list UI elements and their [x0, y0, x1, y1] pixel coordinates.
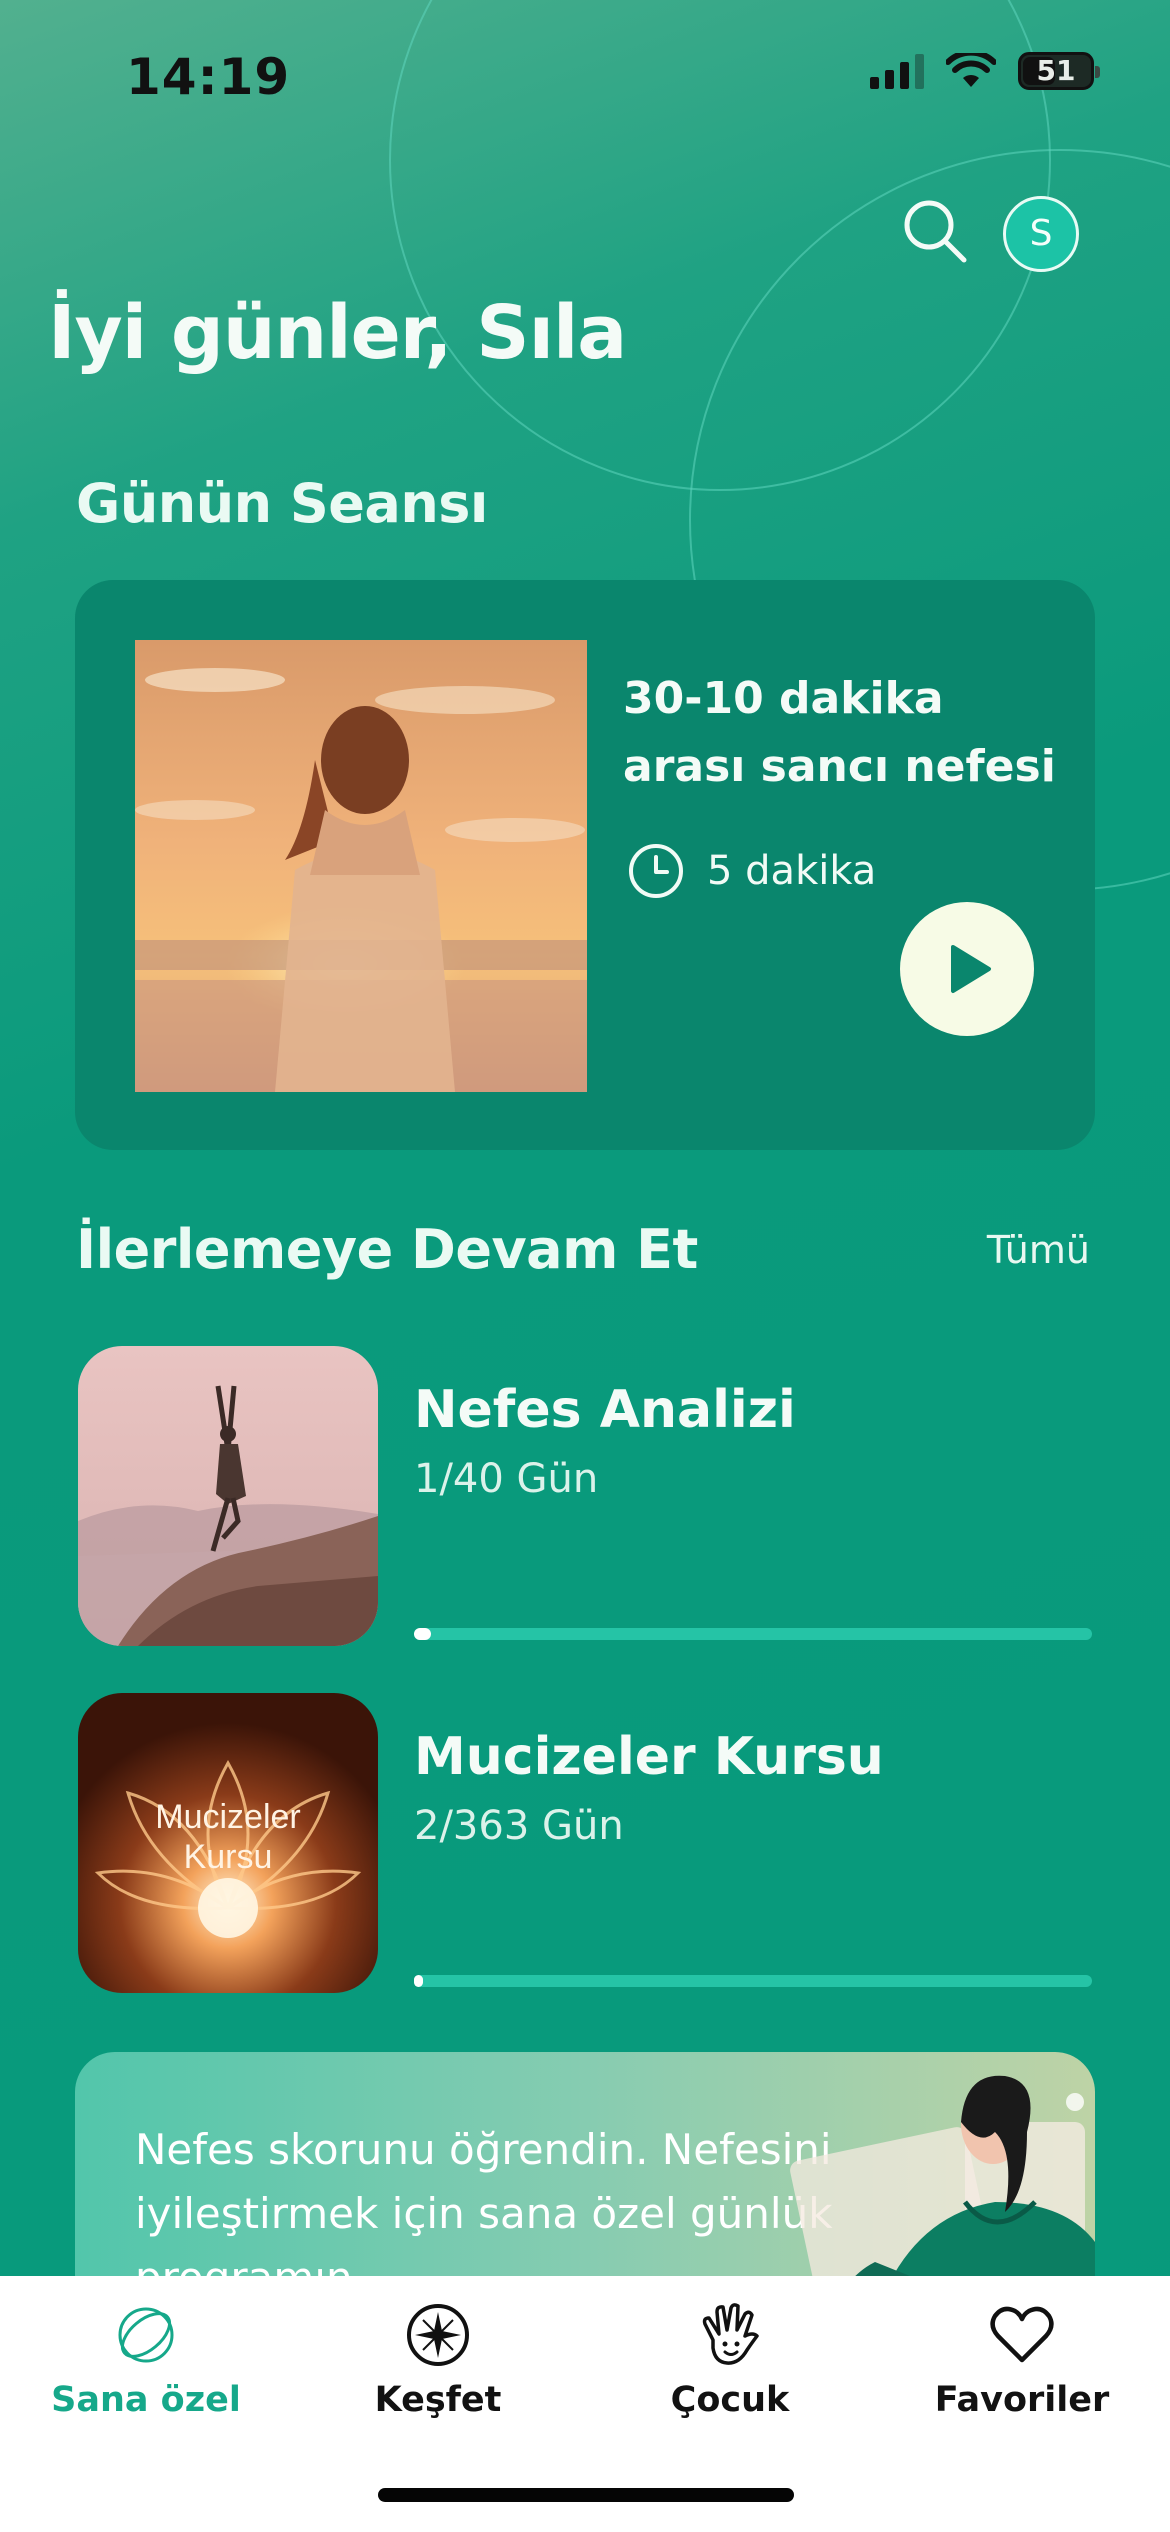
- tab-label: Favoriler: [934, 2380, 1110, 2420]
- duration-label: 5 dakika: [707, 848, 877, 894]
- progress-bar: [414, 1628, 1092, 1640]
- clock-icon: [629, 844, 683, 898]
- item-title: Nefes Analizi: [414, 1380, 796, 1440]
- tab-favoriler[interactable]: Favoriler: [892, 2300, 1152, 2420]
- tab-cocuk[interactable]: Çocuk: [600, 2300, 860, 2420]
- session-duration: 5 dakika: [627, 842, 876, 900]
- continue-progress-heading: İlerlemeye Devam Et: [76, 1218, 698, 1281]
- list-item-nefes-analizi[interactable]: Nefes Analizi 1/40 Gün: [78, 1346, 1093, 1646]
- daily-session-heading: Günün Seansı: [76, 472, 488, 535]
- list-item-mucizeler-kursu[interactable]: Mucizeler Kursu Mucizeler Kursu 2/363 Gün: [78, 1693, 1093, 1993]
- hand-icon: [702, 2303, 759, 2365]
- play-button[interactable]: [900, 902, 1034, 1036]
- nefes-analizi-thumbnail: [78, 1346, 378, 1646]
- tab-label: Çocuk: [670, 2380, 790, 2420]
- home-indicator[interactable]: [378, 2488, 794, 2502]
- battery-level: 51: [1036, 54, 1076, 87]
- tab-kesfet[interactable]: Keşfet: [308, 2300, 568, 2420]
- search-button[interactable]: [900, 196, 970, 266]
- see-all-link[interactable]: Tümü: [987, 1228, 1090, 1272]
- avatar[interactable]: S: [1003, 196, 1079, 272]
- item-title: Mucizeler Kursu: [414, 1727, 884, 1787]
- mucizeler-kursu-thumbnail: Mucizeler Kursu: [78, 1693, 378, 1993]
- home-screen: 14:19 51 S İyi günler, Sıla Günün Seansı: [0, 0, 1170, 2532]
- cellular-signal-icon: [870, 53, 924, 89]
- progress-bar: [414, 1975, 1092, 1987]
- daily-session-card[interactable]: 30-10 dakika arası sancı nefesi 5 dakika: [75, 580, 1095, 1150]
- battery-icon: 51: [1018, 52, 1100, 90]
- session-title: 30-10 dakika arası sancı nefesi: [623, 673, 1056, 792]
- tab-label: Sana özel: [51, 2380, 241, 2420]
- heart-icon: [990, 2306, 1054, 2363]
- progress-bar-fill: [414, 1975, 424, 1987]
- session-image: [135, 640, 587, 1092]
- item-progress-text: 2/363 Gün: [414, 1803, 624, 1849]
- status-icons: 51: [870, 52, 1100, 90]
- rings-icon: [118, 2307, 174, 2363]
- search-icon: [904, 200, 967, 263]
- tab-label: Keşfet: [374, 2380, 502, 2420]
- play-icon: [951, 945, 991, 993]
- compass-icon: [407, 2304, 469, 2366]
- wifi-icon: [946, 53, 996, 87]
- status-time: 14:19: [126, 48, 291, 106]
- item-progress-text: 1/40 Gün: [414, 1456, 599, 1502]
- tab-sana-ozel[interactable]: Sana özel: [16, 2300, 276, 2420]
- progress-bar-fill: [414, 1628, 431, 1640]
- greeting-title: İyi günler, Sıla: [48, 290, 627, 376]
